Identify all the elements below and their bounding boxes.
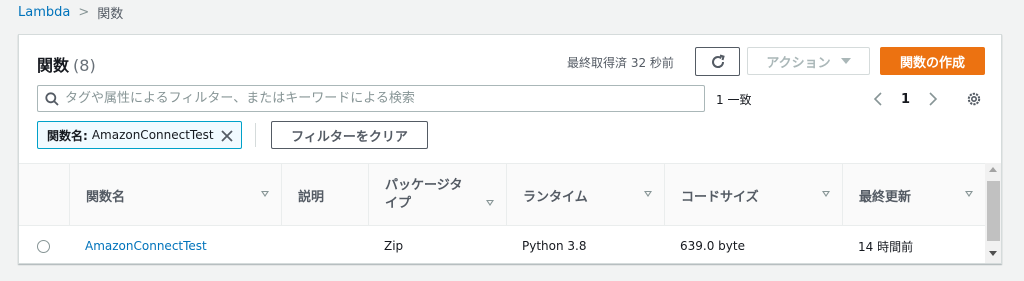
column-header-label: 最終更新 [859,189,912,205]
next-page-button[interactable] [924,89,942,109]
sort-icon [644,191,652,197]
cell-last-modified: 14 時間前 [858,239,914,254]
refresh-icon [711,54,725,68]
actions-dropdown-button[interactable]: アクション [747,47,870,75]
cell-code-size: 639.0 byte [680,239,745,253]
function-name-link[interactable]: AmazonConnectTest [85,239,207,253]
table-scrollbar[interactable] [985,163,1001,263]
filter-token-value: AmazonConnectTest [91,128,214,142]
column-header-description[interactable]: 説明 [281,164,368,226]
breadcrumb-lambda-link[interactable]: Lambda [18,5,70,20]
search-icon [45,91,59,106]
sort-icon [965,191,973,197]
row-select-radio[interactable] [37,240,50,253]
chevron-left-icon [873,92,882,106]
cell-description [281,226,368,263]
table-preferences-button[interactable] [965,90,983,108]
sort-icon [822,191,830,197]
scroll-up-arrow-icon[interactable] [989,167,997,172]
close-icon [221,130,233,142]
chevron-right-icon [929,92,938,106]
column-header-function-name[interactable]: 関数名 [69,164,281,226]
table-row[interactable]: AmazonConnectTest Zip Python 3.8 639.0 b… [19,226,985,263]
clear-filters-label: フィルターをクリア [291,129,408,145]
table-header: 関数名 説明 パッケージタイプ ランタイム コードサイズ 最終更新 [19,164,985,226]
column-header-label: コードサイズ [681,189,759,205]
scroll-down-arrow-icon[interactable] [989,251,997,256]
sort-icon [486,200,494,206]
column-header-code-size[interactable]: コードサイズ [664,164,842,226]
column-header-label: ランタイム [523,189,588,205]
breadcrumb-separator: > [78,4,90,20]
breadcrumb: Lambda > 関数 [18,3,124,22]
filter-divider [255,123,256,147]
last-fetched-text: 最終取得済 32 秒前 [567,56,674,70]
filter-token: 関数名: AmazonConnectTest [37,121,242,149]
column-header-package-type[interactable]: パッケージタイプ [368,164,506,226]
functions-table: 関数名 説明 パッケージタイプ ランタイム コードサイズ 最終更新 Amazon… [19,163,985,263]
pagination: 1 [869,88,942,110]
sort-icon [261,191,269,197]
search-input[interactable] [65,86,704,111]
create-function-button[interactable]: 関数の作成 [880,47,985,75]
cell-package-type: Zip [384,239,404,253]
match-count: 1 一致 [716,93,752,107]
gear-icon [967,92,981,106]
column-header-last-modified[interactable]: 最終更新 [842,164,985,226]
column-header-label: パッケージタイプ [385,178,463,211]
page-title: 関数 (8) [37,52,96,76]
cell-runtime: Python 3.8 [522,239,587,253]
search-field [37,85,705,112]
remove-filter-button[interactable] [219,128,235,144]
breadcrumb-current: 関数 [97,6,124,22]
column-header-runtime[interactable]: ランタイム [506,164,664,226]
panel-title-text: 関数 [37,56,70,75]
cell-function-name: AmazonConnectTest [69,226,281,263]
column-header-label: 関数名 [86,189,126,205]
create-function-label: 関数の作成 [899,55,965,71]
actions-label: アクション [766,55,831,71]
current-page-number[interactable]: 1 [901,92,910,107]
clear-filters-button[interactable]: フィルターをクリア [271,121,428,149]
function-count: (8) [73,56,96,75]
caret-down-icon [840,58,851,64]
column-header-label: 説明 [298,189,325,205]
prev-page-button[interactable] [869,89,887,109]
refresh-button[interactable] [695,47,740,76]
functions-panel: 関数(8) 最終取得済 32 秒前 アクション 関数の作成 1 一致 1 [18,34,1002,264]
filter-token-key: 関数名: [47,128,88,143]
scrollbar-thumb[interactable] [987,181,1000,241]
